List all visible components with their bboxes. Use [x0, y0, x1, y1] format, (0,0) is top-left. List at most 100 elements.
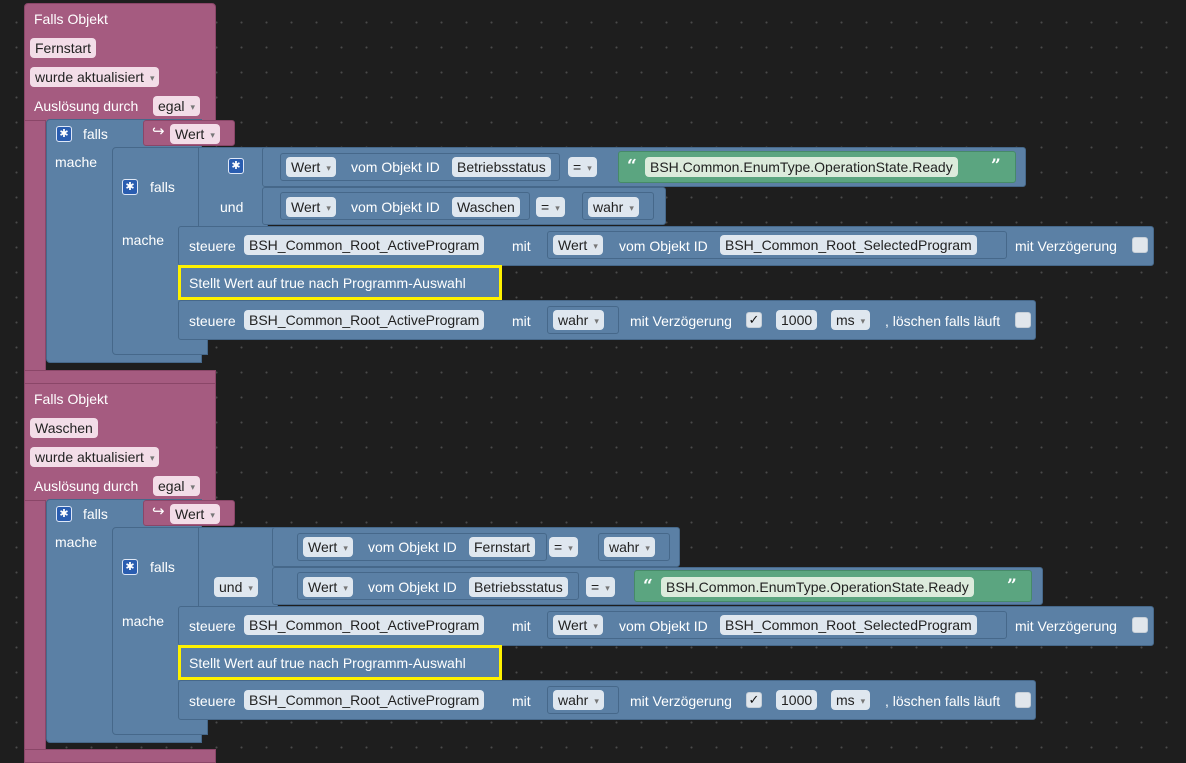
- operator-value: =: [541, 199, 550, 215]
- target-object-field[interactable]: BSH_Common_Root_ActiveProgram: [244, 690, 485, 710]
- event-value-dropdown[interactable]: Wert ▾: [170, 504, 220, 524]
- operator-dropdown[interactable]: = ▾: [536, 197, 565, 217]
- from-object-label: vom Objekt ID: [351, 199, 440, 215]
- gear-icon[interactable]: ✱: [228, 158, 244, 174]
- inner-then-label: mache: [122, 613, 165, 629]
- source-object-field[interactable]: BSH_Common_Root_SelectedProgram: [720, 615, 977, 635]
- boolean-value: wahr: [609, 539, 640, 555]
- trigger-by-dropdown[interactable]: egal ▾: [153, 476, 200, 496]
- property-dropdown[interactable]: Wert ▾: [553, 235, 603, 255]
- event-title: Falls Objekt: [34, 11, 108, 27]
- dropdown-arrow-icon: ▾: [210, 510, 215, 520]
- event-value-dropdown[interactable]: Wert ▾: [170, 124, 220, 144]
- trigger-dropdown[interactable]: wurde aktualisiert ▾: [30, 447, 160, 467]
- boolean-dropdown[interactable]: wahr ▾: [553, 310, 604, 330]
- delay-unit-dropdown[interactable]: ms ▾: [831, 690, 871, 710]
- trigger-by-value: egal: [158, 478, 185, 494]
- boolean-dropdown[interactable]: wahr ▾: [553, 690, 604, 710]
- gear-icon[interactable]: ✱: [56, 126, 72, 142]
- object-id-field[interactable]: Fernstart: [30, 38, 97, 58]
- dropdown-arrow-icon: ▾: [593, 241, 598, 251]
- outer-then-label: mache: [55, 154, 98, 170]
- clear-if-running-checkbox[interactable]: [1015, 692, 1031, 708]
- dropdown-arrow-icon: ▾: [645, 543, 650, 553]
- boolean-dropdown[interactable]: wahr ▾: [604, 537, 655, 557]
- gear-icon[interactable]: ✱: [56, 506, 72, 522]
- property-value: Wert: [291, 159, 321, 175]
- object-id-field[interactable]: Betriebsstatus: [469, 577, 568, 597]
- target-object-field[interactable]: BSH_Common_Root_ActiveProgram: [244, 235, 485, 255]
- with-label: mit: [512, 618, 531, 634]
- operator-dropdown[interactable]: = ▾: [586, 577, 615, 597]
- clear-if-running-checkbox[interactable]: [1015, 312, 1031, 328]
- property-value: Wert: [308, 539, 338, 555]
- string-value-field[interactable]: BSH.Common.EnumType.OperationState.Ready: [661, 577, 974, 597]
- operator-dropdown[interactable]: = ▾: [568, 157, 597, 177]
- string-value-field[interactable]: BSH.Common.EnumType.OperationState.Ready: [645, 157, 958, 177]
- property-dropdown[interactable]: Wert ▾: [303, 577, 353, 597]
- gear-icon[interactable]: ✱: [122, 559, 138, 575]
- object-id-field[interactable]: Waschen: [452, 197, 520, 217]
- target-object-field[interactable]: BSH_Common_Root_ActiveProgram: [244, 310, 485, 330]
- delay-checkbox[interactable]: ✓: [746, 312, 762, 328]
- operator-dropdown[interactable]: = ▾: [549, 537, 578, 557]
- delay-label: mit Verzögerung: [1015, 238, 1117, 254]
- delay-unit-dropdown[interactable]: ms ▾: [831, 310, 871, 330]
- property-dropdown[interactable]: Wert ▾: [303, 537, 353, 557]
- delay-checkbox[interactable]: [1132, 617, 1148, 633]
- dropdown-arrow-icon: ▾: [860, 316, 866, 326]
- with-label: mit: [512, 693, 531, 709]
- boolean-value: wahr: [558, 692, 589, 708]
- source-object-field[interactable]: BSH_Common_Root_SelectedProgram: [720, 235, 977, 255]
- trigger-value: wurde aktualisiert: [35, 69, 144, 85]
- delay-input[interactable]: 1000: [776, 310, 818, 330]
- with-label: mit: [512, 313, 531, 329]
- dropdown-arrow-icon: ▾: [860, 696, 866, 706]
- dropdown-arrow-icon: ▾: [248, 583, 253, 593]
- property-dropdown[interactable]: Wert ▾: [286, 157, 336, 177]
- property-value: Wert: [558, 237, 588, 253]
- trigger-by-label: Auslösung durch: [34, 98, 139, 114]
- outer-if-label: falls: [83, 506, 108, 522]
- return-arrow-icon: ↪: [152, 123, 165, 140]
- delay-checkbox[interactable]: [1132, 237, 1148, 253]
- delay-checkbox[interactable]: ✓: [746, 692, 762, 708]
- dropdown-arrow-icon: ▾: [326, 163, 331, 173]
- object-id-field[interactable]: Fernstart: [469, 537, 536, 557]
- inner-if-label: falls: [150, 559, 175, 575]
- delay-label: mit Verzögerung: [630, 693, 732, 709]
- dropdown-arrow-icon: ▾: [594, 316, 599, 326]
- comment-text: Stellt Wert auf true nach Programm-Auswa…: [189, 275, 466, 291]
- outer-if-label: falls: [83, 126, 108, 142]
- logic-join-dropdown[interactable]: und ▾: [214, 577, 258, 597]
- gear-icon[interactable]: ✱: [122, 179, 138, 195]
- trigger-by-dropdown[interactable]: egal ▾: [153, 96, 200, 116]
- control-verb-label: steuere: [189, 313, 236, 329]
- operator-value: =: [591, 579, 600, 595]
- object-id-field[interactable]: Waschen: [30, 418, 98, 438]
- operator-value: =: [573, 159, 582, 175]
- with-label: mit: [512, 238, 531, 254]
- dropdown-arrow-icon: ▾: [629, 203, 634, 213]
- from-object-label: vom Objekt ID: [351, 159, 440, 175]
- dropdown-arrow-icon: ▾: [343, 543, 348, 553]
- event-block-footer: [24, 749, 216, 763]
- property-value: Wert: [558, 617, 588, 633]
- object-id-field[interactable]: Betriebsstatus: [452, 157, 551, 177]
- property-dropdown[interactable]: Wert ▾: [553, 615, 603, 635]
- trigger-by-value: egal: [158, 98, 185, 114]
- dropdown-arrow-icon: ▾: [210, 130, 215, 140]
- operator-value: =: [554, 539, 563, 555]
- event-title: Falls Objekt: [34, 391, 108, 407]
- boolean-value: wahr: [593, 199, 624, 215]
- quote-close-icon: ”: [1007, 576, 1017, 596]
- event-block-footer: [24, 370, 216, 384]
- target-object-field[interactable]: BSH_Common_Root_ActiveProgram: [244, 615, 485, 635]
- delay-input[interactable]: 1000: [776, 690, 818, 710]
- dropdown-arrow-icon: ▾: [587, 163, 592, 173]
- delay-unit-value: ms: [836, 692, 855, 708]
- property-dropdown[interactable]: Wert ▾: [286, 197, 336, 217]
- return-arrow-icon: ↪: [152, 503, 165, 520]
- boolean-dropdown[interactable]: wahr ▾: [588, 197, 639, 217]
- trigger-dropdown[interactable]: wurde aktualisiert ▾: [30, 67, 160, 87]
